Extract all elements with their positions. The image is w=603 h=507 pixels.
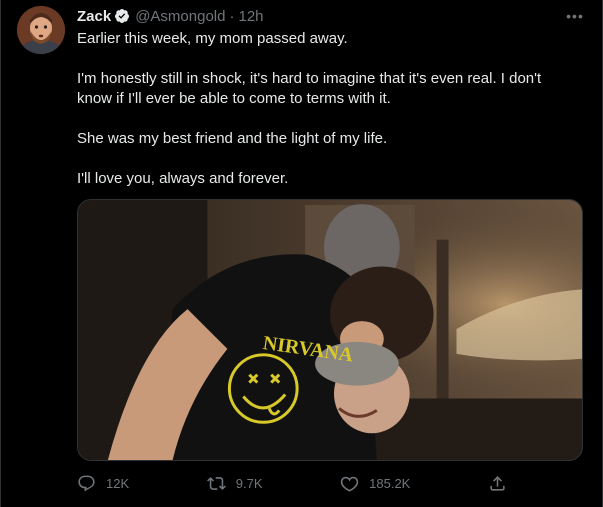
tweet-actions: 12K 9.7K 185.2K xyxy=(77,473,507,493)
avatar-image xyxy=(17,6,65,54)
tweet-timestamp[interactable]: 12h xyxy=(238,8,263,25)
retweet-count: 9.7K xyxy=(235,475,263,491)
reply-icon xyxy=(78,475,95,491)
tweet-paragraph: I'm honestly still in shock, it's hard t… xyxy=(77,70,542,107)
tweet-paragraph: She was my best friend and the light of … xyxy=(77,130,388,147)
verified-badge-icon xyxy=(114,8,130,24)
more-icon[interactable]: ••• xyxy=(564,6,586,26)
author-handle[interactable]: @Asmongold xyxy=(135,8,225,25)
tweet-text: Earlier this week, my mom passed away. I… xyxy=(77,29,577,189)
tweet-paragraph: Earlier this week, my mom passed away. xyxy=(77,30,348,47)
tweet-header: Zack @Asmongold · 12h ••• xyxy=(77,6,586,26)
heart-icon xyxy=(340,476,359,492)
avatar[interactable] xyxy=(17,6,65,54)
retweet-button[interactable]: 9.7K xyxy=(206,474,263,493)
tweet-paragraph: I'll love you, always and forever. xyxy=(77,170,289,187)
separator-dot: · xyxy=(229,7,235,25)
reply-button[interactable]: 12K xyxy=(77,474,129,493)
tweet-photo[interactable]: NIRVANA xyxy=(77,199,583,461)
like-count: 185.2K xyxy=(369,475,411,491)
retweet-icon xyxy=(206,476,226,490)
like-button[interactable]: 185.2K xyxy=(340,474,410,493)
tweet-card[interactable]: Zack @Asmongold · 12h ••• Earlier this w… xyxy=(0,0,603,507)
share-icon xyxy=(490,475,505,491)
author-name[interactable]: Zack xyxy=(77,8,111,25)
photo-image: NIRVANA xyxy=(78,200,582,460)
share-button[interactable] xyxy=(488,474,507,493)
reply-count: 12K xyxy=(106,475,130,491)
